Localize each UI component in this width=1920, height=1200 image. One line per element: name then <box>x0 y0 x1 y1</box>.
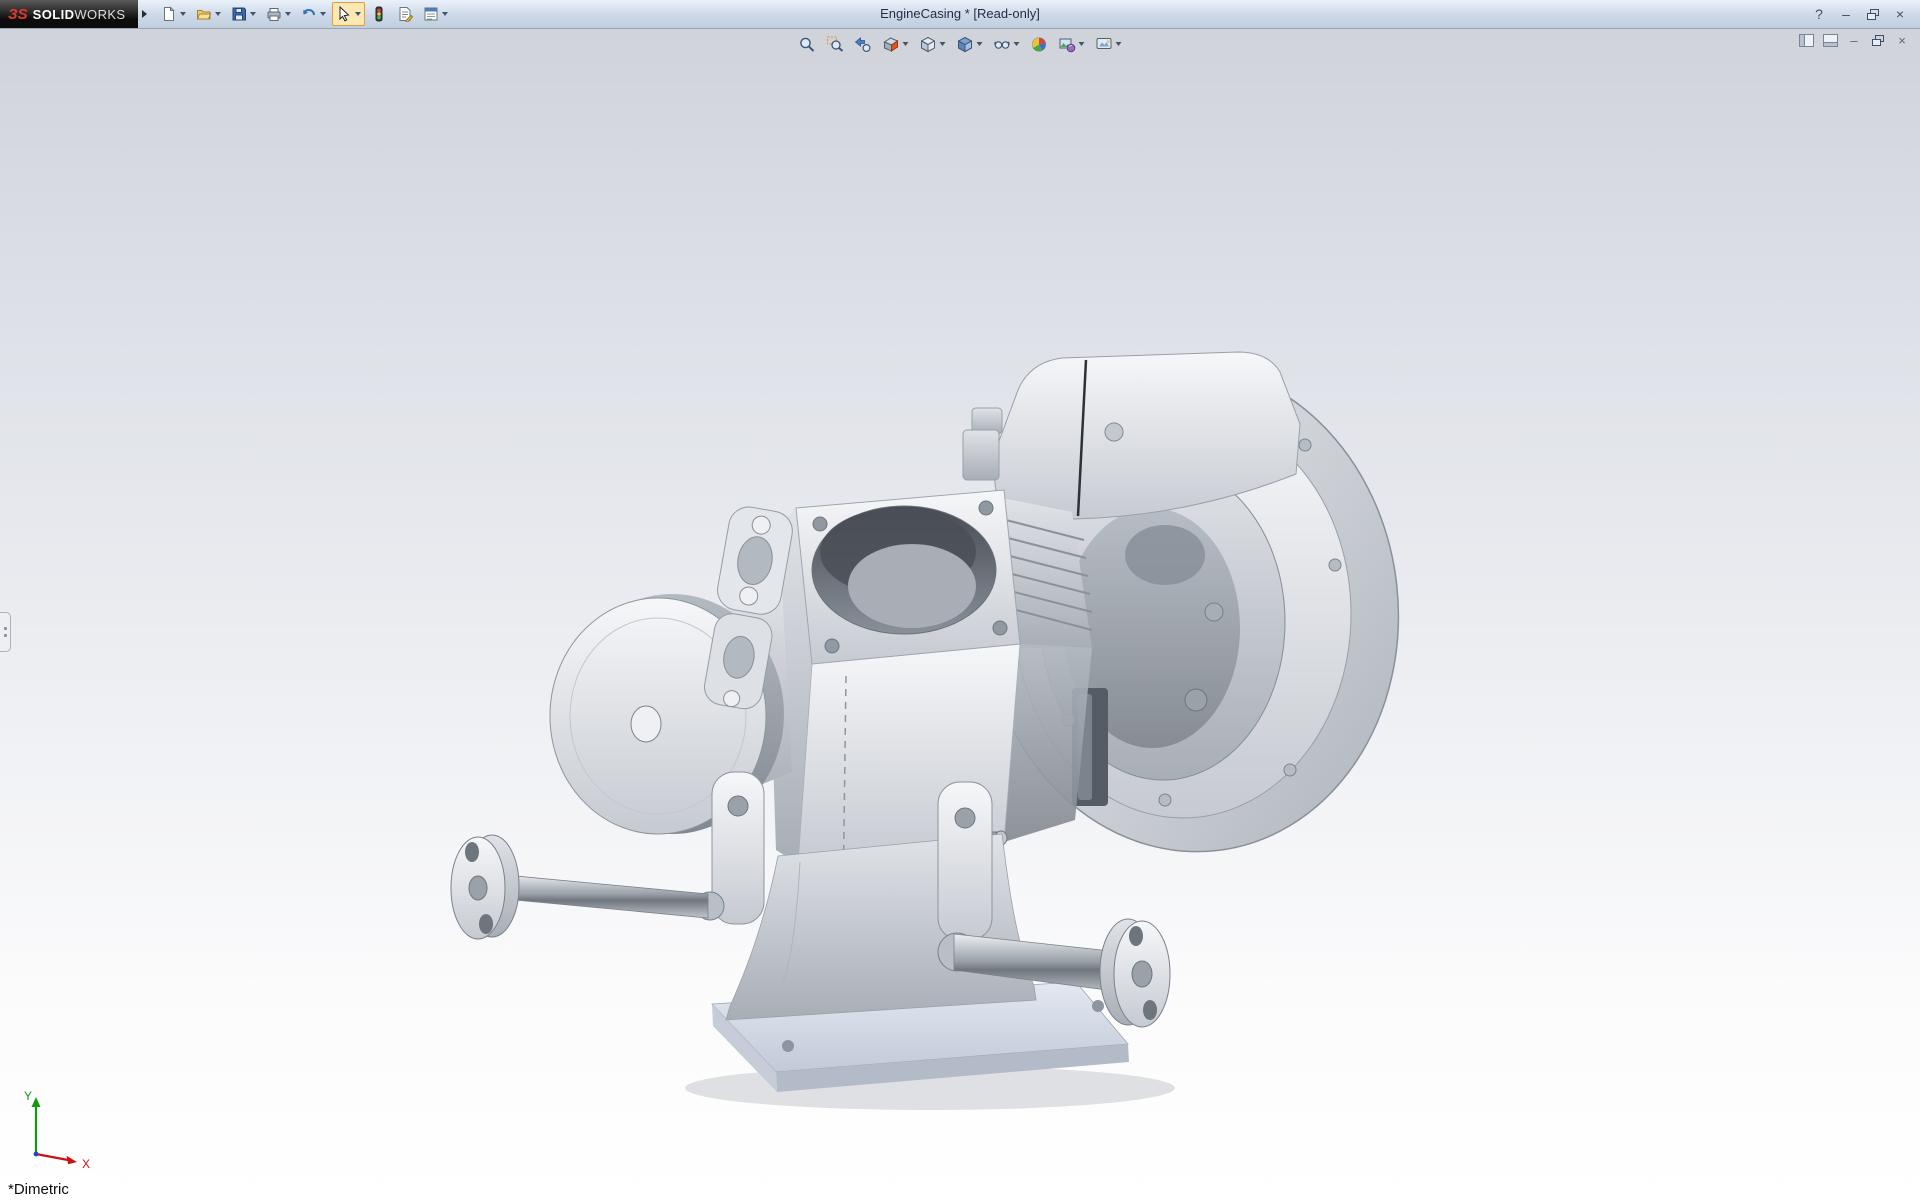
dropdown-arrow-icon[interactable] <box>320 12 326 16</box>
solidworks-logo[interactable]: ЗS SOLIDWORKS <box>0 0 138 28</box>
previous-view-icon <box>855 36 872 53</box>
dropdown-arrow-icon[interactable] <box>1079 42 1085 46</box>
hide-show-items-button[interactable] <box>990 33 1024 55</box>
view-settings-icon <box>1096 36 1113 53</box>
reference-triad: Y X <box>6 1086 101 1176</box>
document-minimize-button[interactable]: – <box>1846 32 1862 48</box>
apply-scene-icon <box>1059 36 1076 53</box>
apply-scene-button[interactable] <box>1055 33 1089 55</box>
dropdown-arrow-icon[interactable] <box>1116 42 1122 46</box>
task-pane-icon <box>1823 34 1838 47</box>
help-button[interactable]: ? <box>1809 4 1829 24</box>
dropdown-arrow-icon[interactable] <box>903 42 909 46</box>
brand-bold: SOLID <box>33 7 75 22</box>
x-axis-label: X <box>82 1157 90 1171</box>
dropdown-arrow-icon[interactable] <box>355 12 361 16</box>
dropdown-arrow-icon[interactable] <box>1014 42 1020 46</box>
rebuild-stoplight-icon <box>371 6 387 22</box>
restore-icon <box>1867 9 1879 20</box>
section-view-icon <box>883 36 900 53</box>
x-axis-arrow <box>36 1154 68 1160</box>
section-view-button[interactable] <box>879 33 913 55</box>
window-controls: ? – × <box>1809 4 1920 24</box>
select-cursor-icon <box>336 6 352 22</box>
graphics-area[interactable]: – × Y X *Dimetric <box>0 28 1920 1200</box>
y-axis-label: Y <box>24 1089 32 1103</box>
view-settings-button[interactable] <box>1092 33 1126 55</box>
featuremanager-collapsed-handle[interactable] <box>0 612 11 652</box>
undo-button[interactable] <box>297 2 330 26</box>
edit-appearance-button[interactable] <box>1027 33 1052 55</box>
dropdown-arrow-icon[interactable] <box>215 12 221 16</box>
zoom-to-fit-button[interactable] <box>795 33 820 55</box>
z-axis-origin <box>34 1152 39 1157</box>
previous-view-button[interactable] <box>851 33 876 55</box>
file-properties-button[interactable] <box>393 2 417 26</box>
task-pane-toggle-button[interactable] <box>1822 32 1838 48</box>
zoom-to-area-button[interactable] <box>823 33 848 55</box>
select-button[interactable] <box>332 2 365 26</box>
view-orientation-label: *Dimetric <box>8 1181 69 1198</box>
brand-text: SOLIDWORKS <box>33 8 126 21</box>
dropdown-arrow-icon[interactable] <box>285 12 291 16</box>
print-icon <box>266 6 282 22</box>
left-mounting-rod <box>451 835 724 939</box>
document-restore-icon <box>1872 35 1884 46</box>
dropdown-arrow-icon[interactable] <box>250 12 256 16</box>
document-restore-button[interactable] <box>1870 32 1886 48</box>
titlebar: ЗS SOLIDWORKS <box>0 0 1920 29</box>
zoom-to-area-icon <box>827 36 844 53</box>
display-style-cube-icon <box>957 36 974 53</box>
open-button[interactable] <box>192 2 225 26</box>
save-button[interactable] <box>227 2 260 26</box>
open-folder-icon <box>196 6 212 22</box>
minimize-button[interactable]: – <box>1836 4 1856 24</box>
display-style-button[interactable] <box>953 33 987 55</box>
options-icon <box>423 6 439 22</box>
zoom-to-fit-icon <box>799 36 816 53</box>
dropdown-arrow-icon[interactable] <box>940 42 946 46</box>
undo-icon <box>301 6 317 22</box>
heads-up-view-toolbar <box>795 33 1126 55</box>
edit-appearance-ball-icon <box>1031 36 1048 53</box>
standard-toolbar <box>157 2 452 26</box>
brand-regular: WORKS <box>74 7 125 22</box>
restore-button[interactable] <box>1863 4 1883 24</box>
dropdown-arrow-icon[interactable] <box>442 12 448 16</box>
save-icon <box>231 6 247 22</box>
file-properties-icon <box>397 6 413 22</box>
document-window-controls: – × <box>1798 32 1910 48</box>
dropdown-arrow-icon[interactable] <box>977 42 983 46</box>
view-orientation-cube-icon <box>920 36 937 53</box>
solidworks-logo-icon: ЗS <box>8 7 28 22</box>
new-document-button[interactable] <box>157 2 190 26</box>
display-pane-toggle-button[interactable] <box>1798 32 1814 48</box>
menu-flyout-arrow-icon[interactable] <box>142 10 147 18</box>
options-button[interactable] <box>419 2 452 26</box>
view-orientation-button[interactable] <box>916 33 950 55</box>
dropdown-arrow-icon[interactable] <box>180 12 186 16</box>
hide-show-items-glasses-icon <box>994 36 1011 53</box>
display-pane-icon <box>1799 34 1814 47</box>
print-button[interactable] <box>262 2 295 26</box>
new-document-icon <box>161 6 177 22</box>
document-close-button[interactable]: × <box>1894 32 1910 48</box>
close-button[interactable]: × <box>1890 4 1910 24</box>
rebuild-button[interactable] <box>367 2 391 26</box>
engine-casing-model[interactable] <box>0 28 1920 1200</box>
right-mounting-lug <box>938 782 992 940</box>
